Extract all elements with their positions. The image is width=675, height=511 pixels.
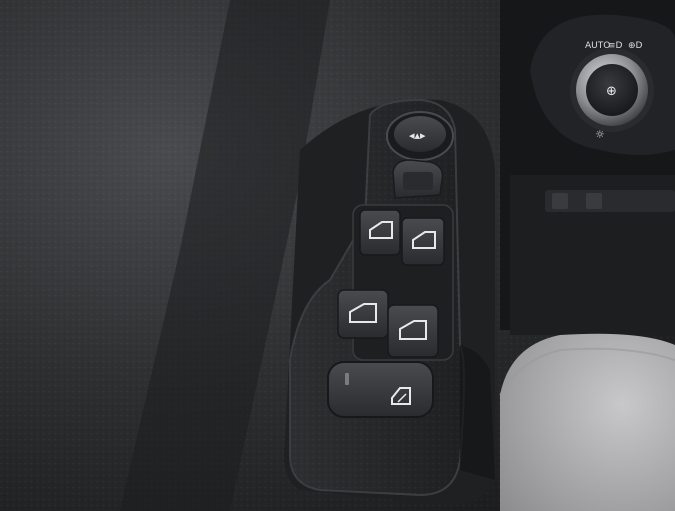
child-lock-indicator	[345, 373, 349, 385]
mirror-adjust-control[interactable]: ◂▴▸	[386, 111, 454, 161]
headlight-icon: ≡D	[608, 41, 623, 51]
mirror-select-toggle[interactable]	[392, 159, 444, 199]
mirror-joystick-icon: ◂▴▸	[409, 129, 426, 142]
window-switch-front-left[interactable]	[359, 209, 401, 256]
car-interior-photo: ⊕ AUTO ≡D ⊕D ☼ ◂▴▸	[0, 0, 675, 511]
window-switch-front-right[interactable]	[401, 217, 445, 266]
fog-light-icon: ⊕D	[628, 41, 643, 51]
dial-fog-icon: ⊕	[606, 84, 617, 99]
seat	[500, 333, 675, 511]
window-switch-rear-left[interactable]	[337, 289, 389, 339]
window-switch-rear-right[interactable]	[387, 304, 439, 358]
sun-icon: ☼	[595, 128, 605, 141]
child-lock-button[interactable]	[327, 361, 434, 418]
dial-label-auto: AUTO	[585, 41, 610, 51]
